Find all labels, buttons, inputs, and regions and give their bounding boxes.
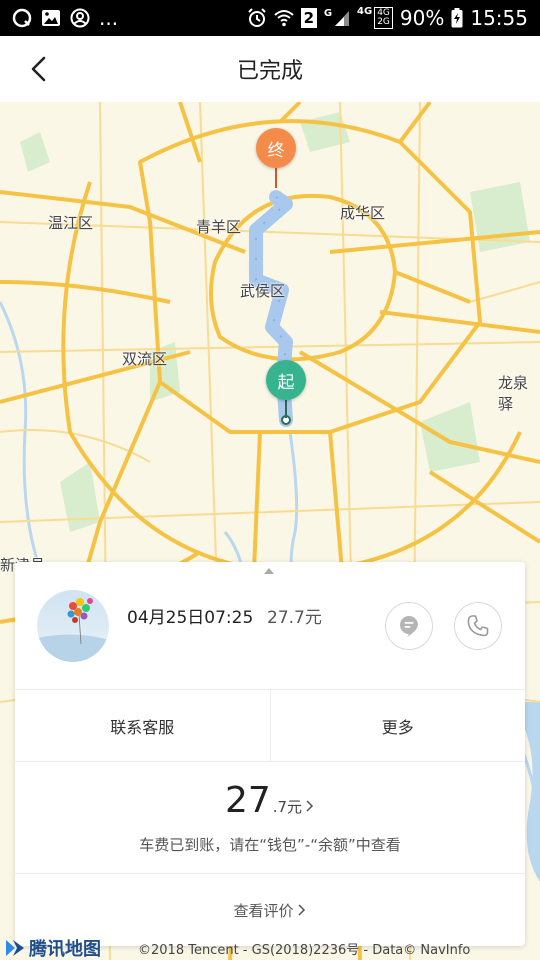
call-button[interactable] [454, 602, 502, 650]
page-title: 已完成 [236, 59, 303, 84]
district-wenjiang: 温江区 [48, 214, 94, 232]
network-g-label: G [323, 8, 333, 19]
more-button[interactable]: 更多 [269, 690, 526, 761]
tencent-map-logo-icon [6, 940, 24, 956]
network-box: 4G 2G [374, 7, 393, 29]
alarm-icon [247, 8, 267, 28]
wifi-icon [274, 9, 294, 27]
district-wuhou: 武侯区 [240, 282, 286, 300]
fare-decimal: .7元 [272, 798, 303, 816]
account-icon [70, 8, 90, 28]
balloons-icon [37, 598, 109, 662]
chevron-right-icon [297, 904, 305, 916]
fare-detail[interactable]: 27 .7元 车费已到账，请在“钱包”-“余额”中查看 [15, 762, 525, 874]
chevron-right-icon [306, 800, 314, 812]
battery-icon [451, 8, 463, 28]
network-box-bottom: 2G [377, 17, 390, 27]
trip-summary: 04月25日07:25 27.7元 [15, 562, 525, 690]
end-pin-stem [275, 168, 277, 188]
fare-note: 车费已到账，请在“钱包”-“余额”中查看 [139, 836, 401, 854]
overflow-indicator: ... [99, 6, 119, 30]
start-pin-stem [285, 400, 287, 418]
app-header: 已完成 [0, 36, 540, 102]
phone-icon [467, 615, 489, 637]
fare-amount[interactable]: 27 .7元 [15, 780, 525, 821]
fare-integer: 27 [224, 780, 271, 821]
battery-percent: 90% [399, 6, 445, 30]
status-bar: ... 2 G 4G 4G 2G 90% 15:55 [0, 0, 540, 36]
sim-badge: 2 [300, 8, 317, 28]
district-chenghua: 成华区 [340, 204, 386, 222]
message-button[interactable] [385, 602, 433, 650]
contact-support-button[interactable]: 联系客服 [15, 690, 270, 761]
review-label: 查看评价 [233, 901, 294, 920]
clock: 15:55 [470, 6, 528, 30]
signal-icon: G [324, 9, 350, 27]
start-pin[interactable]: 起 [266, 360, 306, 400]
tencent-map-logo: 腾讯地图 [4, 935, 101, 960]
back-button[interactable] [26, 55, 54, 83]
driver-avatar [37, 590, 109, 662]
chevron-left-icon [31, 56, 46, 82]
map-copyright: ©2018 Tencent - GS(2018)2236号 - Data© Na… [138, 943, 471, 958]
district-longquan: 龙泉驿 [498, 374, 529, 413]
end-pin[interactable]: 终 [256, 128, 296, 168]
qq-icon [12, 8, 32, 28]
logo-text: 腾讯地图 [29, 939, 101, 960]
action-row: 联系客服 更多 [15, 690, 525, 762]
trip-datetime: 04月25日07:25 [127, 608, 254, 628]
gallery-icon [41, 9, 61, 27]
network-4g-label: 4G [357, 6, 373, 17]
district-qingyang: 青羊区 [196, 218, 242, 236]
signal-4g-icon: 4G 4G 2G [357, 7, 393, 29]
district-shuangliu: 双流区 [122, 350, 168, 368]
trip-panel: 04月25日07:25 27.7元 联系客服 更多 27 .7元 车费已到账，请… [15, 562, 525, 946]
chat-bubble-icon [400, 616, 418, 637]
trip-fare: 27.7元 [267, 608, 322, 628]
